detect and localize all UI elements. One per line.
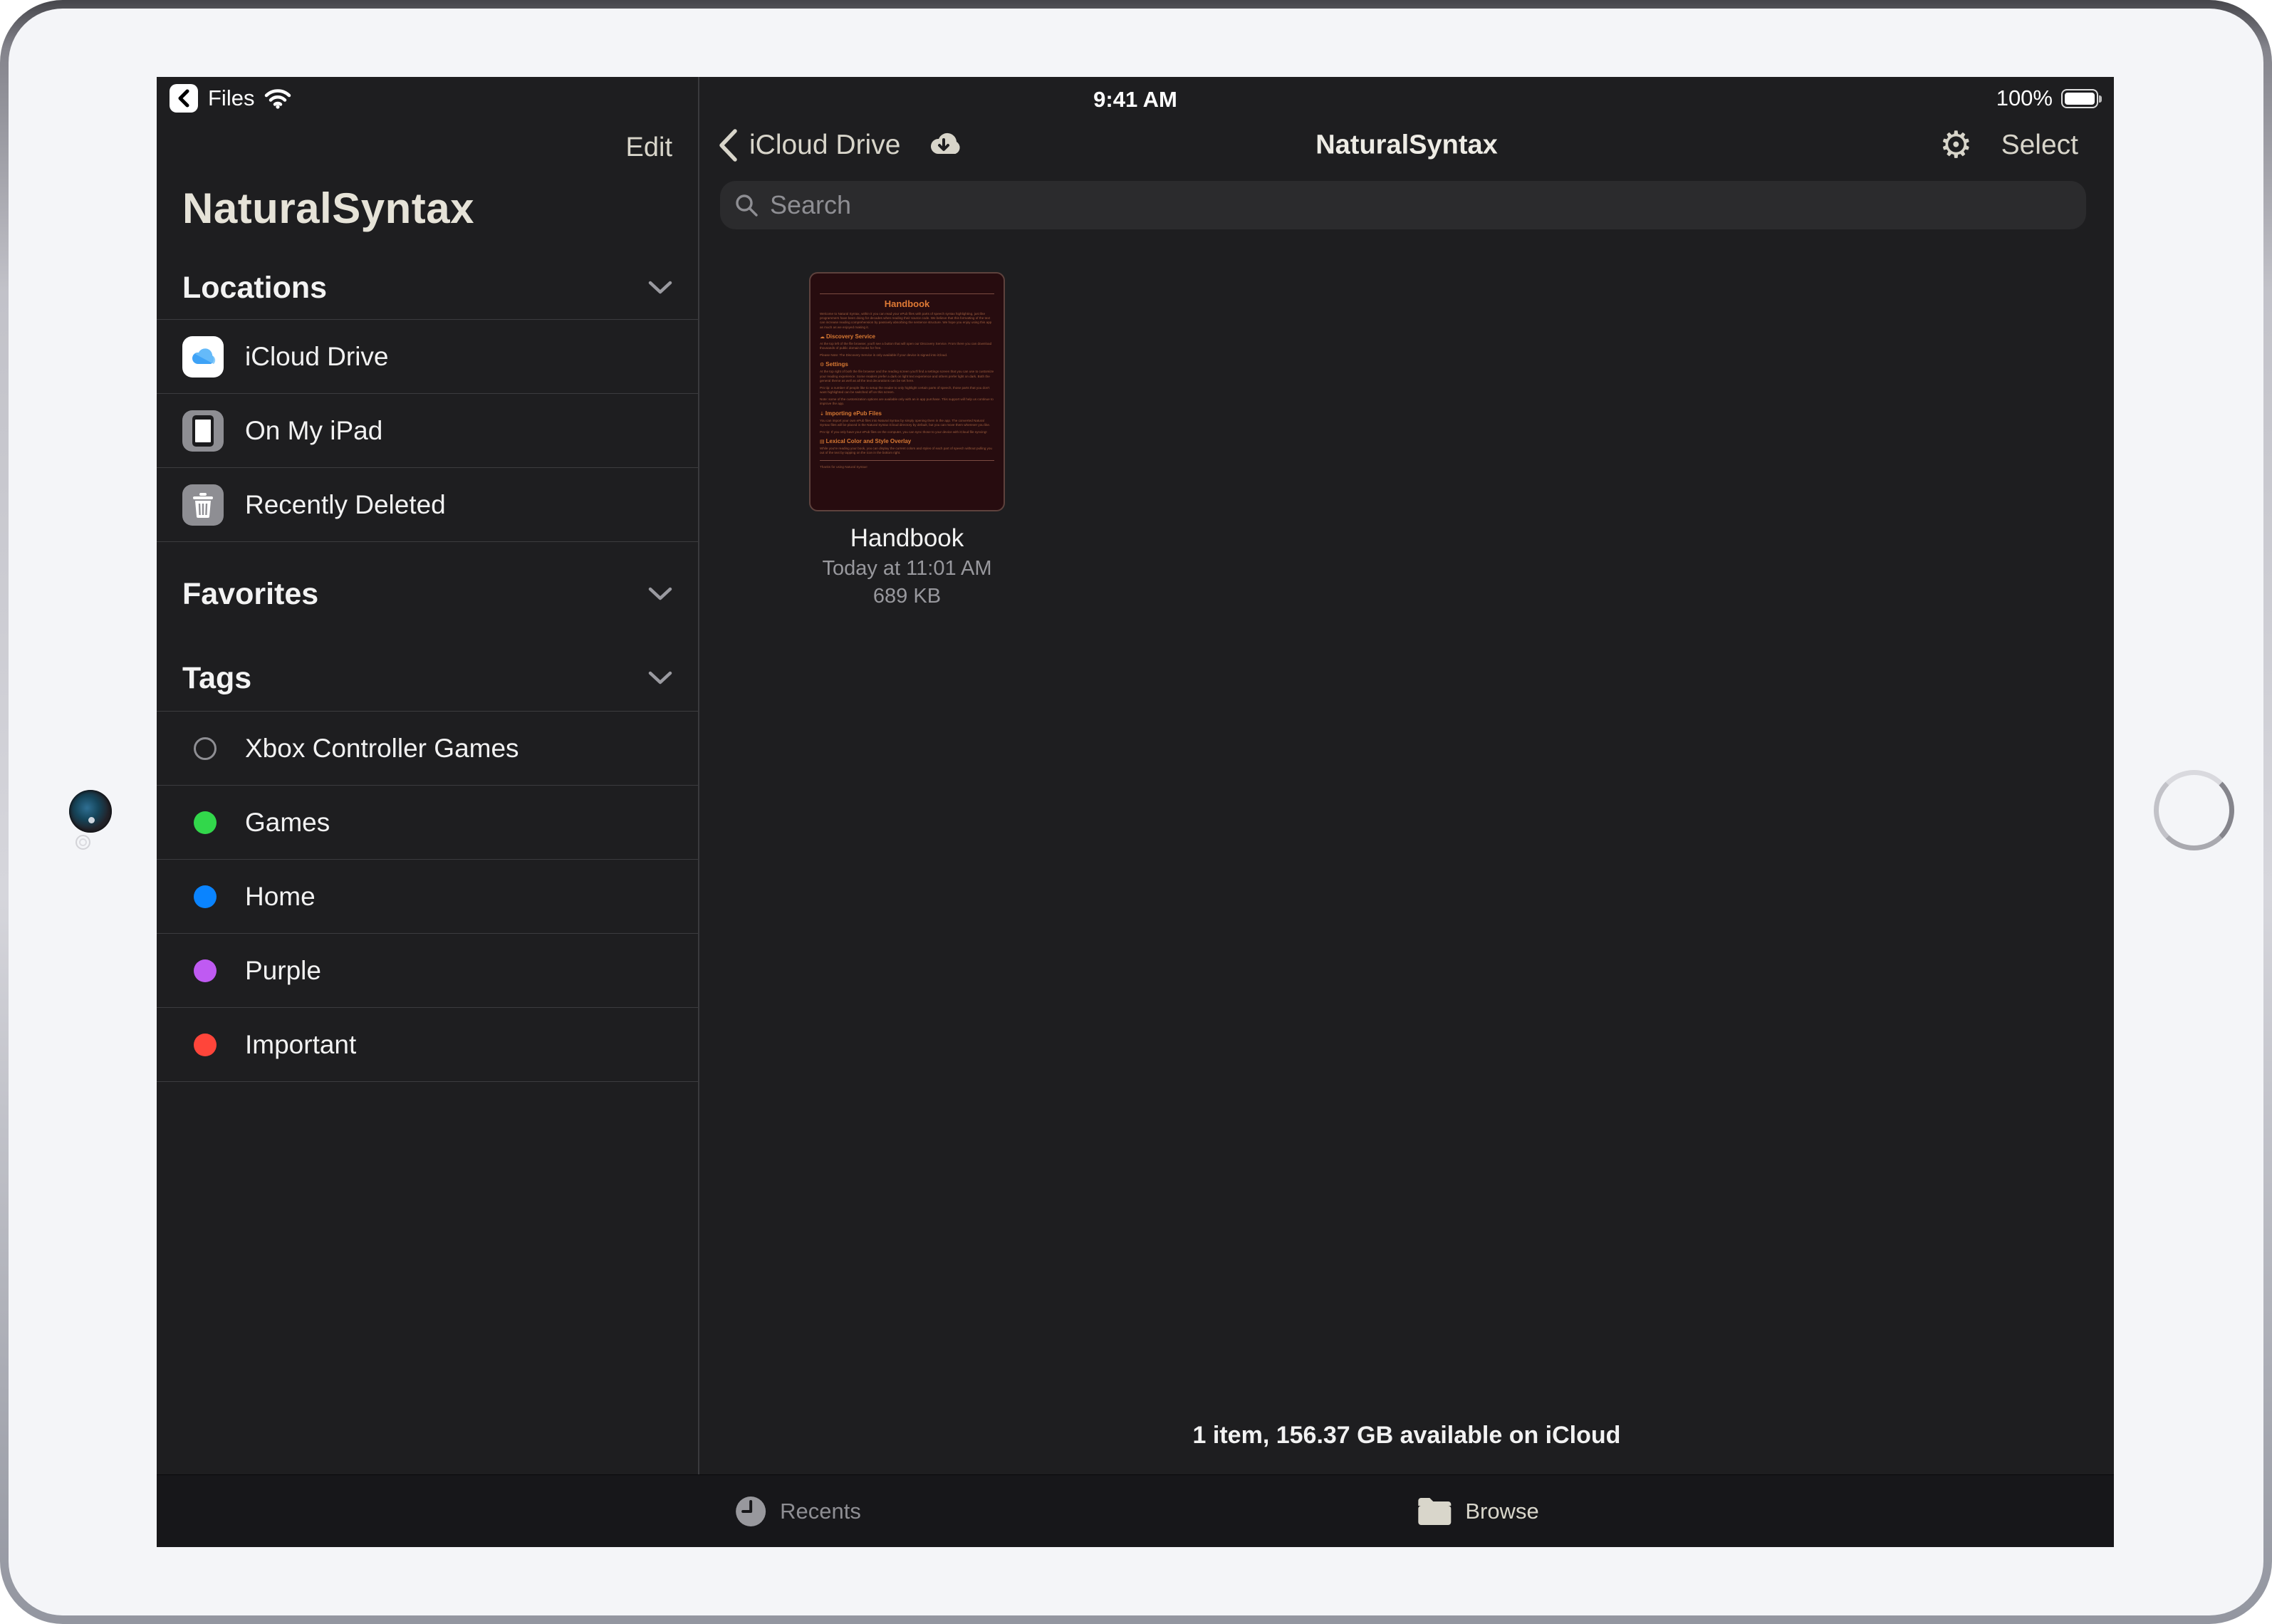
tab-bar: Recents Browse — [157, 1474, 2114, 1547]
tag-label: Home — [245, 882, 316, 912]
tab-label: Browse — [1465, 1499, 1538, 1524]
gear-icon: ⚙︎ — [820, 363, 824, 368]
item-count-status: 1 item, 156.37 GB available on iCloud — [1193, 1422, 1621, 1449]
edit-button[interactable]: Edit — [626, 132, 672, 163]
doc-paragraph: Note: some of the customization options … — [820, 397, 994, 406]
file-size: 689 KB — [809, 585, 1005, 608]
tag-circle-icon — [194, 959, 217, 982]
sidebar-item-label: iCloud Drive — [245, 342, 389, 372]
file-thumbnail[interactable]: Handbook Welcome to Natural Syntax, with… — [809, 272, 1005, 511]
sidebar-item-on-my-ipad[interactable]: On My iPad — [157, 394, 698, 468]
back-button[interactable]: iCloud Drive — [718, 115, 966, 175]
app-title: NaturalSyntax — [182, 184, 474, 233]
cloud-download-icon[interactable] — [922, 130, 966, 161]
tag-circle-icon — [194, 1034, 217, 1056]
tag-label: Xbox Controller Games — [245, 734, 519, 764]
tab-label: Recents — [780, 1499, 861, 1524]
ipad-frame: Files 9:41 AM 100% — [0, 0, 2272, 1624]
front-camera — [69, 790, 112, 833]
file-cell-handbook[interactable]: Handbook Welcome to Natural Syntax, with… — [809, 272, 1005, 608]
locations-label: Locations — [182, 271, 327, 306]
sidebar-item-label: On My iPad — [245, 416, 382, 446]
doc-paragraph: At the top left of the file browser, you… — [820, 342, 994, 350]
chevron-down-icon — [648, 671, 672, 685]
cloud-icon: ☁︎ — [820, 335, 825, 340]
tags-label: Tags — [182, 661, 251, 696]
folder-icon — [1417, 1497, 1452, 1526]
doc-paragraph: While you're reading your book, you can … — [820, 447, 994, 455]
tag-label: Games — [245, 808, 330, 838]
doc-footer: Thanks for using Natural Syntax! — [820, 465, 994, 469]
tab-browse[interactable]: Browse — [1417, 1475, 1538, 1547]
tag-label: Purple — [245, 956, 321, 986]
section-header-locations[interactable]: Locations — [157, 268, 698, 308]
tag-item-home[interactable]: Home — [157, 860, 698, 934]
tag-circle-icon — [194, 737, 217, 760]
search-input[interactable] — [768, 189, 2072, 221]
file-name: Handbook — [809, 524, 1005, 553]
tab-recents[interactable]: Recents — [734, 1475, 861, 1547]
tag-circle-icon — [194, 885, 217, 908]
sidebar-item-icloud-drive[interactable]: iCloud Drive — [157, 320, 698, 394]
tags-list: Xbox Controller Games Games Home Purple — [157, 711, 698, 1082]
page: Files 9:41 AM 100% — [0, 0, 2272, 1624]
chevron-left-icon — [718, 128, 738, 162]
section-header-favorites[interactable]: Favorites — [157, 574, 698, 614]
gear-icon[interactable]: ⚙︎ — [1939, 127, 1973, 164]
tag-item-purple[interactable]: Purple — [157, 934, 698, 1008]
import-icon: ⇣ — [820, 412, 824, 417]
navigation-bar: iCloud Drive NaturalSyntax ⚙︎ Select — [699, 115, 2114, 175]
search-bar[interactable] — [720, 181, 2086, 229]
file-modified: Today at 11:01 AM — [809, 557, 1005, 581]
locations-list: iCloud Drive On My iPad — [157, 319, 698, 542]
doc-paragraph: Please Note: The Discovery Service is on… — [820, 353, 994, 358]
ambient-sensor — [75, 835, 90, 850]
clock-icon — [734, 1495, 767, 1528]
tag-item-games[interactable]: Games — [157, 786, 698, 860]
tag-item-important[interactable]: Important — [157, 1008, 698, 1082]
doc-paragraph: At the top right of both the file browse… — [820, 370, 994, 383]
back-label: iCloud Drive — [749, 130, 900, 161]
camera-lens-dot — [88, 817, 95, 823]
page-title: NaturalSyntax — [1315, 130, 1498, 161]
content-area: iCloud Drive NaturalSyntax ⚙︎ Select — [699, 77, 2114, 1474]
home-button[interactable] — [2154, 770, 2234, 850]
section-header-tags[interactable]: Tags — [157, 658, 698, 698]
doc-paragraph: Pro tip: a number of people like to setu… — [820, 386, 994, 395]
ipad-icon — [182, 410, 224, 452]
select-button[interactable]: Select — [2001, 130, 2078, 161]
trash-icon — [182, 484, 224, 526]
doc-paragraph: Welcome to Natural Syntax, within it you… — [820, 312, 994, 330]
tag-item-xbox-controller-games[interactable]: Xbox Controller Games — [157, 712, 698, 786]
tag-circle-icon — [194, 811, 217, 834]
doc-heading: ☁︎Discovery Service — [820, 333, 994, 340]
overlay-icon: ▤ — [820, 439, 825, 444]
doc-paragraph: You can import your own ePub files into … — [820, 419, 994, 427]
chevron-down-icon — [648, 587, 672, 601]
icloud-drive-icon — [182, 336, 224, 378]
doc-title: Handbook — [820, 298, 994, 309]
sidebar: Edit NaturalSyntax Locations — [157, 77, 698, 1474]
sidebar-item-label: Recently Deleted — [245, 490, 446, 520]
doc-heading: ⚙︎Settings — [820, 361, 994, 368]
favorites-label: Favorites — [182, 577, 318, 612]
sidebar-item-recently-deleted[interactable]: Recently Deleted — [157, 468, 698, 542]
doc-heading: ⇣Importing ePub Files — [820, 410, 994, 417]
doc-paragraph: Pro tip: If you only have your ePub file… — [820, 430, 994, 434]
doc-heading: ▤Lexical Color and Style Overlay — [820, 438, 994, 444]
screen: Files 9:41 AM 100% — [157, 77, 2114, 1547]
chevron-down-icon — [648, 281, 672, 295]
search-icon — [734, 193, 759, 217]
tag-label: Important — [245, 1030, 356, 1060]
